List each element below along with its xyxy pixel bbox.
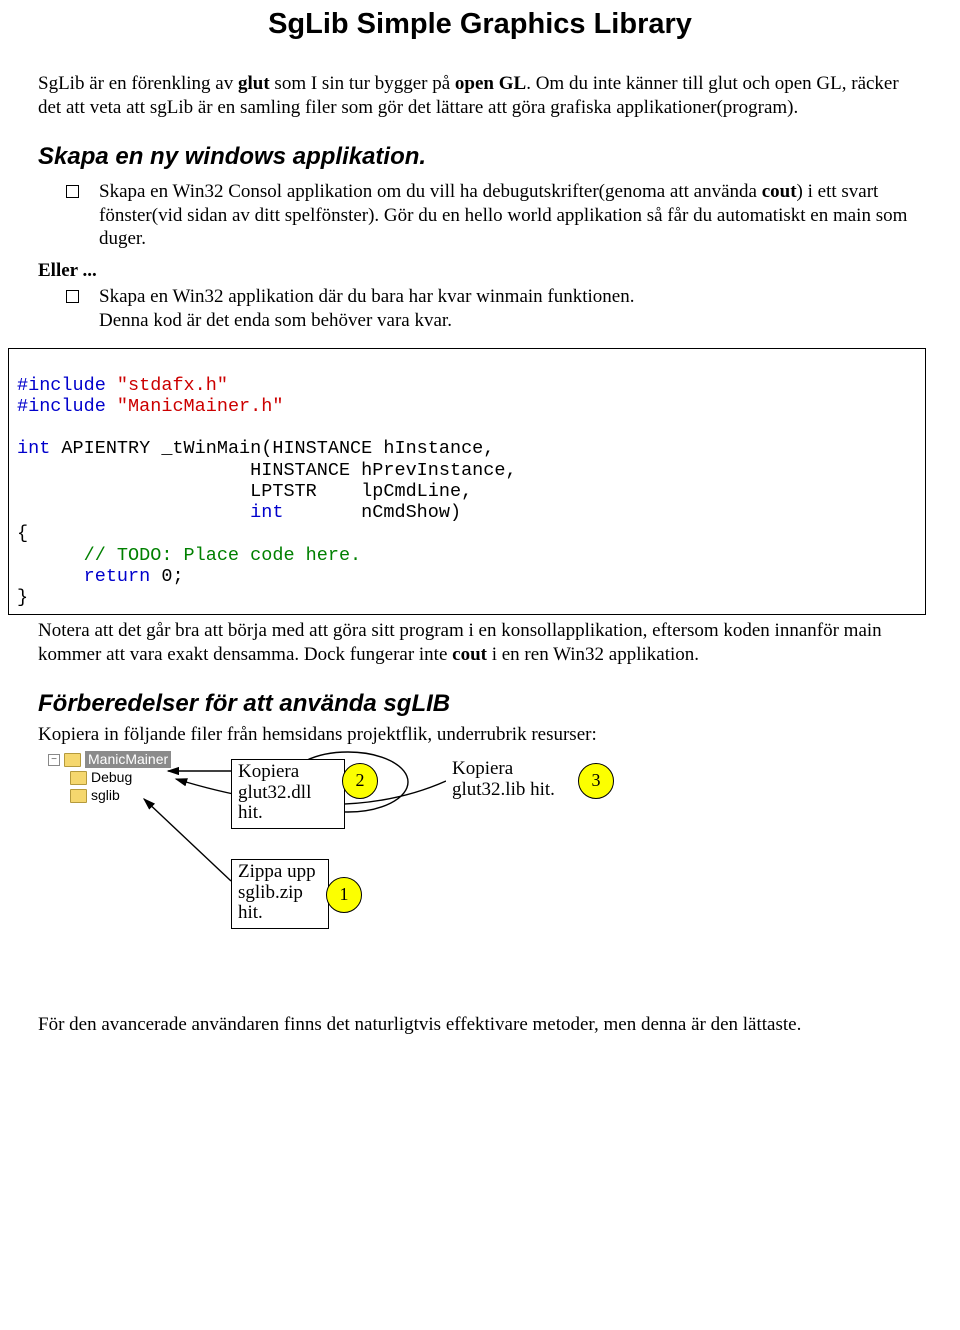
folder-tree: − ManicMainer Debug sglib	[48, 751, 171, 805]
list-item: Skapa en Win32 Consol applikation om du …	[66, 180, 922, 251]
page-title: SgLib Simple Graphics Library	[38, 6, 922, 42]
tree-row-root: − ManicMainer	[48, 751, 171, 769]
code-keyword: int	[250, 502, 283, 523]
step-circle-1: 1	[326, 877, 362, 913]
bold-term-cout: cout	[762, 181, 797, 202]
step-circle-2: 2	[342, 763, 378, 799]
text: Skapa en Win32 Consol applikation om du …	[99, 181, 762, 202]
text: Eller	[38, 260, 78, 281]
bullet-list-2: Skapa en Win32 applikation där du bara h…	[66, 285, 922, 333]
code-keyword: #include	[17, 396, 106, 417]
bold-term-cout: cout	[452, 644, 487, 665]
code-text	[17, 566, 84, 587]
collapse-icon: −	[48, 754, 60, 766]
folder-icon	[64, 753, 81, 767]
after-code-paragraph: Notera att det går bra att börja med att…	[38, 619, 922, 667]
annotation-box-dll: Kopiera glut32.dll hit.	[231, 759, 345, 830]
annotation-box-lib: Kopiera glut32.lib hit.	[446, 757, 584, 805]
tree-row-child: Debug	[48, 769, 171, 787]
text: Denna kod är det enda som behöver vara k…	[99, 310, 452, 331]
checkbox-icon	[66, 185, 79, 198]
code-text: 0;	[150, 566, 183, 587]
code-block: #include "stdafx.h" #include "ManicMaine…	[8, 348, 926, 615]
section-heading-create: Skapa en ny windows applikation.	[38, 142, 922, 172]
list-item-text: Skapa en Win32 Consol applikation om du …	[99, 180, 922, 251]
code-text: APIENTRY _tWinMain(HINSTANCE hInstance,	[50, 438, 494, 459]
code-text: }	[17, 587, 28, 608]
code-string: "stdafx.h"	[106, 375, 228, 396]
folder-icon	[70, 789, 87, 803]
tree-label: sglib	[91, 787, 120, 805]
code-keyword: int	[17, 438, 50, 459]
diagram: − ManicMainer Debug sglib Kopiera glut32…	[38, 749, 922, 989]
folder-icon	[70, 771, 87, 785]
eller-label: Eller ...	[38, 259, 922, 283]
code-text: HINSTANCE hPrevInstance,	[17, 460, 517, 481]
annotation-box-zip: Zippa upp sglib.zip hit.	[231, 859, 329, 930]
bold-term-opengl: open GL	[455, 73, 526, 94]
tree-row-child: sglib	[48, 787, 171, 805]
step-circle-3: 3	[578, 763, 614, 799]
text: SgLib är en förenkling av	[38, 73, 238, 94]
code-text: LPTSTR lpCmdLine,	[17, 481, 472, 502]
tree-label: Debug	[91, 769, 132, 787]
bold-term-glut: glut	[238, 73, 270, 94]
intro-paragraph: SgLib är en förenkling av glut som I sin…	[38, 72, 922, 120]
prep-intro: Kopiera in följande filer från hemsidans…	[38, 723, 922, 747]
list-item: Skapa en Win32 applikation där du bara h…	[66, 285, 922, 333]
code-comment: // TODO: Place code here.	[17, 545, 361, 566]
code-text: {	[17, 523, 28, 544]
code-string: "ManicMainer.h"	[106, 396, 284, 417]
text: i en ren Win32 applikation.	[487, 644, 699, 665]
list-item-text: Skapa en Win32 applikation där du bara h…	[99, 285, 922, 333]
bullet-list-1: Skapa en Win32 Consol applikation om du …	[66, 180, 922, 251]
code-text: nCmdShow)	[283, 502, 461, 523]
text: Skapa en Win32 applikation där du bara h…	[99, 286, 635, 307]
tree-label-root: ManicMainer	[85, 751, 171, 769]
text: ...	[78, 260, 97, 281]
text: som I sin tur bygger på	[270, 73, 455, 94]
code-text	[17, 502, 250, 523]
section-heading-prep: Förberedelser för att använda sgLIB	[38, 689, 922, 719]
code-keyword: #include	[17, 375, 106, 396]
code-keyword: return	[84, 566, 151, 587]
final-paragraph: För den avancerade användaren finns det …	[38, 1013, 922, 1037]
checkbox-icon	[66, 290, 79, 303]
